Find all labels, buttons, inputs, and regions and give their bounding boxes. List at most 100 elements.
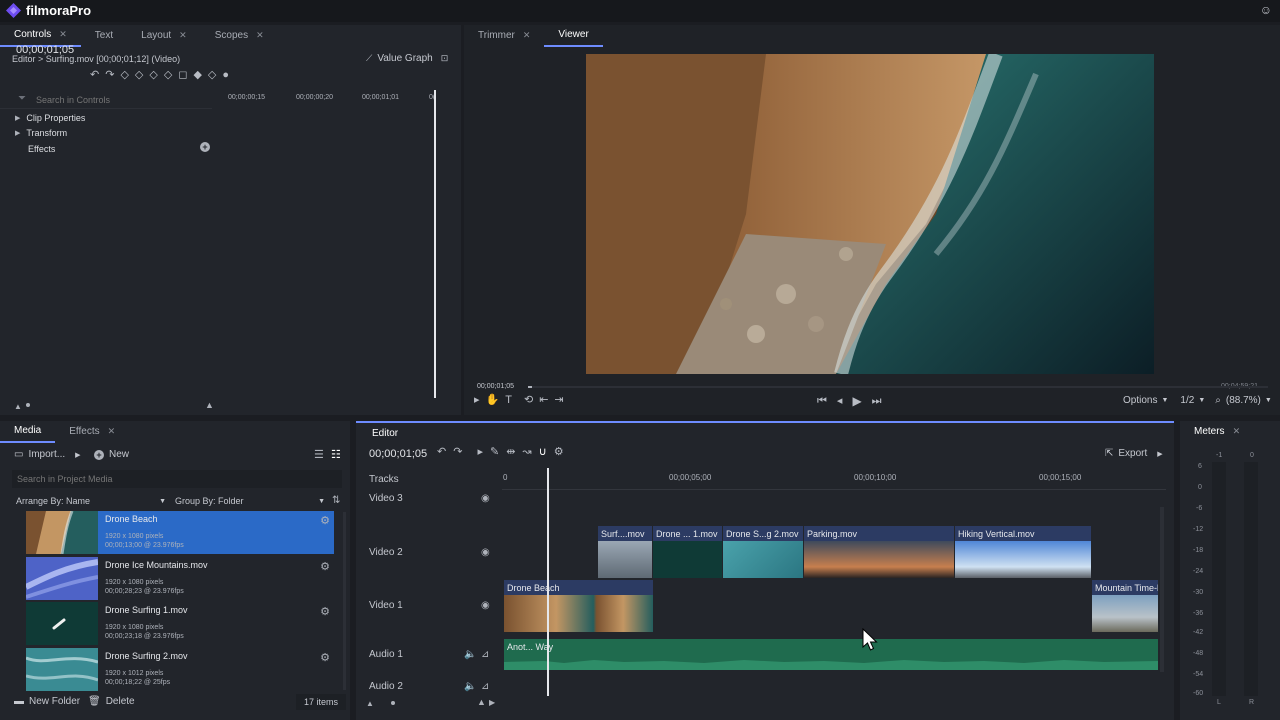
- media-item[interactable]: Drone Ice Mountains.mov 1920 x 1080 pixe…: [26, 557, 334, 600]
- close-icon[interactable]: ✕: [523, 30, 531, 41]
- controls-playhead[interactable]: [434, 90, 436, 398]
- tab-text[interactable]: Text: [81, 23, 127, 47]
- linear-icon[interactable]: ◇: [208, 70, 216, 81]
- close-icon[interactable]: ✕: [108, 426, 116, 437]
- redo-icon[interactable]: ↷: [105, 70, 114, 81]
- timeline-audio-clip[interactable]: Anot... Way: [504, 639, 1158, 670]
- undo-icon[interactable]: ↶: [437, 447, 446, 458]
- chevron-right-icon[interactable]: ▶: [75, 451, 80, 459]
- close-icon[interactable]: ✕: [256, 30, 264, 41]
- delete-button[interactable]: 🗑 Delete: [88, 696, 135, 707]
- options-dropdown[interactable]: Options: [1123, 395, 1157, 406]
- sort-icon[interactable]: ⇅: [332, 495, 340, 506]
- eye-icon[interactable]: ◉: [481, 493, 490, 504]
- chevron-down-icon[interactable]: ▼: [1265, 397, 1272, 404]
- tab-editor[interactable]: Editor: [358, 421, 412, 445]
- expand-arrow-icon[interactable]: ▶: [15, 129, 20, 137]
- tab-viewer[interactable]: Viewer: [544, 23, 603, 47]
- hand-tool-icon[interactable]: ✋: [486, 395, 500, 406]
- tab-media[interactable]: Media: [0, 419, 56, 443]
- gear-icon[interactable]: ⚙: [320, 560, 330, 573]
- undo-icon[interactable]: ↶: [90, 70, 99, 81]
- tree-item-effects[interactable]: Effects: [28, 144, 55, 154]
- eye-icon[interactable]: ◉: [481, 600, 490, 611]
- ripple-tool-icon[interactable]: ↝: [522, 447, 531, 458]
- value-graph-button[interactable]: ⟋ Value Graph ⊡: [366, 53, 448, 64]
- text-tool-icon[interactable]: T: [505, 395, 512, 406]
- add-effect-icon[interactable]: +: [200, 142, 210, 152]
- import-button[interactable]: ▭ Import... ▶: [14, 449, 81, 460]
- viewer-scrubber[interactable]: [528, 386, 1268, 388]
- timeline-clip[interactable]: Parking.mov: [804, 526, 954, 578]
- audio-envelope-icon[interactable]: ⊿: [481, 681, 489, 692]
- mark-out-icon[interactable]: ⇥: [554, 395, 563, 406]
- timeline-scrollbar[interactable]: [1160, 507, 1164, 672]
- step-back-icon[interactable]: ◂: [837, 395, 843, 407]
- zoom-out-icon[interactable]: ▲: [14, 402, 22, 411]
- chevron-down-icon[interactable]: ▼: [1161, 397, 1168, 404]
- media-item[interactable]: Drone Surfing 1.mov 1920 x 1080 pixels 0…: [26, 602, 334, 645]
- tab-meters[interactable]: Meters ✕: [1180, 419, 1254, 443]
- speaker-icon[interactable]: 🔈: [464, 649, 476, 660]
- zoom-dropdown[interactable]: (88.7%): [1226, 395, 1261, 406]
- tab-scopes[interactable]: Scopes ✕: [201, 23, 278, 47]
- user-account-icon[interactable]: ☺: [1260, 3, 1272, 17]
- speaker-icon[interactable]: 🔈: [464, 681, 476, 692]
- controls-search-input[interactable]: [14, 92, 210, 108]
- arrange-dropdown[interactable]: Arrange By: Name ▼: [16, 496, 166, 506]
- viewer-video-frame[interactable]: [586, 54, 1154, 374]
- media-scrollbar[interactable]: [343, 512, 346, 690]
- panel-menu-icon[interactable]: ⊡: [441, 54, 449, 63]
- expand-arrow-icon[interactable]: ▶: [15, 114, 20, 122]
- timeline-clip[interactable]: Mountain Time-l: [1092, 580, 1158, 632]
- timeline-clip[interactable]: Drone S...g 2.mov: [723, 526, 803, 578]
- slip-tool-icon[interactable]: ⇹: [506, 447, 515, 458]
- resolution-dropdown[interactable]: 1/2: [1180, 395, 1194, 406]
- snap-magnet-icon[interactable]: ∪: [539, 447, 547, 458]
- media-search-box[interactable]: [12, 470, 342, 488]
- timeline-clip[interactable]: Hiking Vertical.mov: [955, 526, 1091, 578]
- select-tool-icon[interactable]: ▸: [474, 395, 480, 406]
- tab-layout[interactable]: Layout ✕: [127, 23, 201, 47]
- timeline-zoom-out-icon[interactable]: ▲: [366, 699, 374, 708]
- gear-icon[interactable]: ⚙: [320, 514, 330, 527]
- list-view-icon[interactable]: ☰: [314, 448, 324, 461]
- media-item[interactable]: Drone Surfing 2.mov 1920 x 1012 pixels 0…: [26, 648, 334, 691]
- select-tool-icon[interactable]: ▸: [477, 447, 483, 458]
- zoom-in-icon[interactable]: ▲: [205, 400, 214, 410]
- new-folder-button[interactable]: ▬ New Folder: [14, 696, 80, 707]
- scroll-right-icon[interactable]: ▶: [489, 698, 495, 707]
- mark-in-icon[interactable]: ⇤: [539, 395, 548, 406]
- settings-gear-icon[interactable]: ⚙: [554, 447, 564, 458]
- razor-tool-icon[interactable]: ✎: [490, 447, 499, 458]
- editor-timecode[interactable]: 00;00;01;05: [369, 448, 427, 460]
- loop-icon[interactable]: ⟲: [524, 395, 533, 406]
- prev-keyframe-icon[interactable]: ◇: [120, 70, 128, 81]
- tree-item-clip-properties[interactable]: ▶ Clip Properties: [15, 113, 85, 123]
- detail-view-icon[interactable]: ☷: [331, 448, 341, 461]
- ease-in-icon[interactable]: ◇: [164, 70, 172, 81]
- timeline-clip[interactable]: Surf....mov: [598, 526, 652, 578]
- skip-start-icon[interactable]: ⏮: [817, 395, 827, 407]
- audio-envelope-icon[interactable]: ⊿: [481, 649, 489, 660]
- ease-out-icon[interactable]: ◻: [178, 70, 187, 81]
- ease-both-icon[interactable]: ◆: [193, 70, 201, 81]
- media-item[interactable]: Drone Beach 1920 x 1080 pixels 00;00;13;…: [26, 511, 334, 554]
- timeline-clip[interactable]: Drone ... 1.mov: [653, 526, 722, 578]
- redo-icon[interactable]: ↷: [453, 447, 462, 458]
- play-icon[interactable]: ▶: [852, 395, 861, 407]
- close-icon[interactable]: ✕: [1233, 426, 1241, 437]
- close-icon[interactable]: ✕: [59, 29, 67, 40]
- gear-icon[interactable]: ⚙: [320, 651, 330, 664]
- eye-icon[interactable]: ◉: [481, 547, 490, 558]
- tab-trimmer[interactable]: Trimmer ✕: [464, 23, 544, 47]
- gear-icon[interactable]: ⚙: [320, 605, 330, 618]
- keyframe-icon[interactable]: ◇: [135, 70, 143, 81]
- tree-item-transform[interactable]: ▶ Transform: [15, 128, 67, 138]
- timeline-zoom-in-icon[interactable]: ▲: [477, 697, 486, 707]
- timeline-zoom-handle[interactable]: [391, 701, 395, 705]
- controls-timecode[interactable]: 00;00;01;05: [16, 44, 74, 56]
- next-keyframe-icon[interactable]: ◇: [149, 70, 157, 81]
- zoom-slider-handle[interactable]: [26, 403, 30, 407]
- close-icon[interactable]: ✕: [179, 30, 187, 41]
